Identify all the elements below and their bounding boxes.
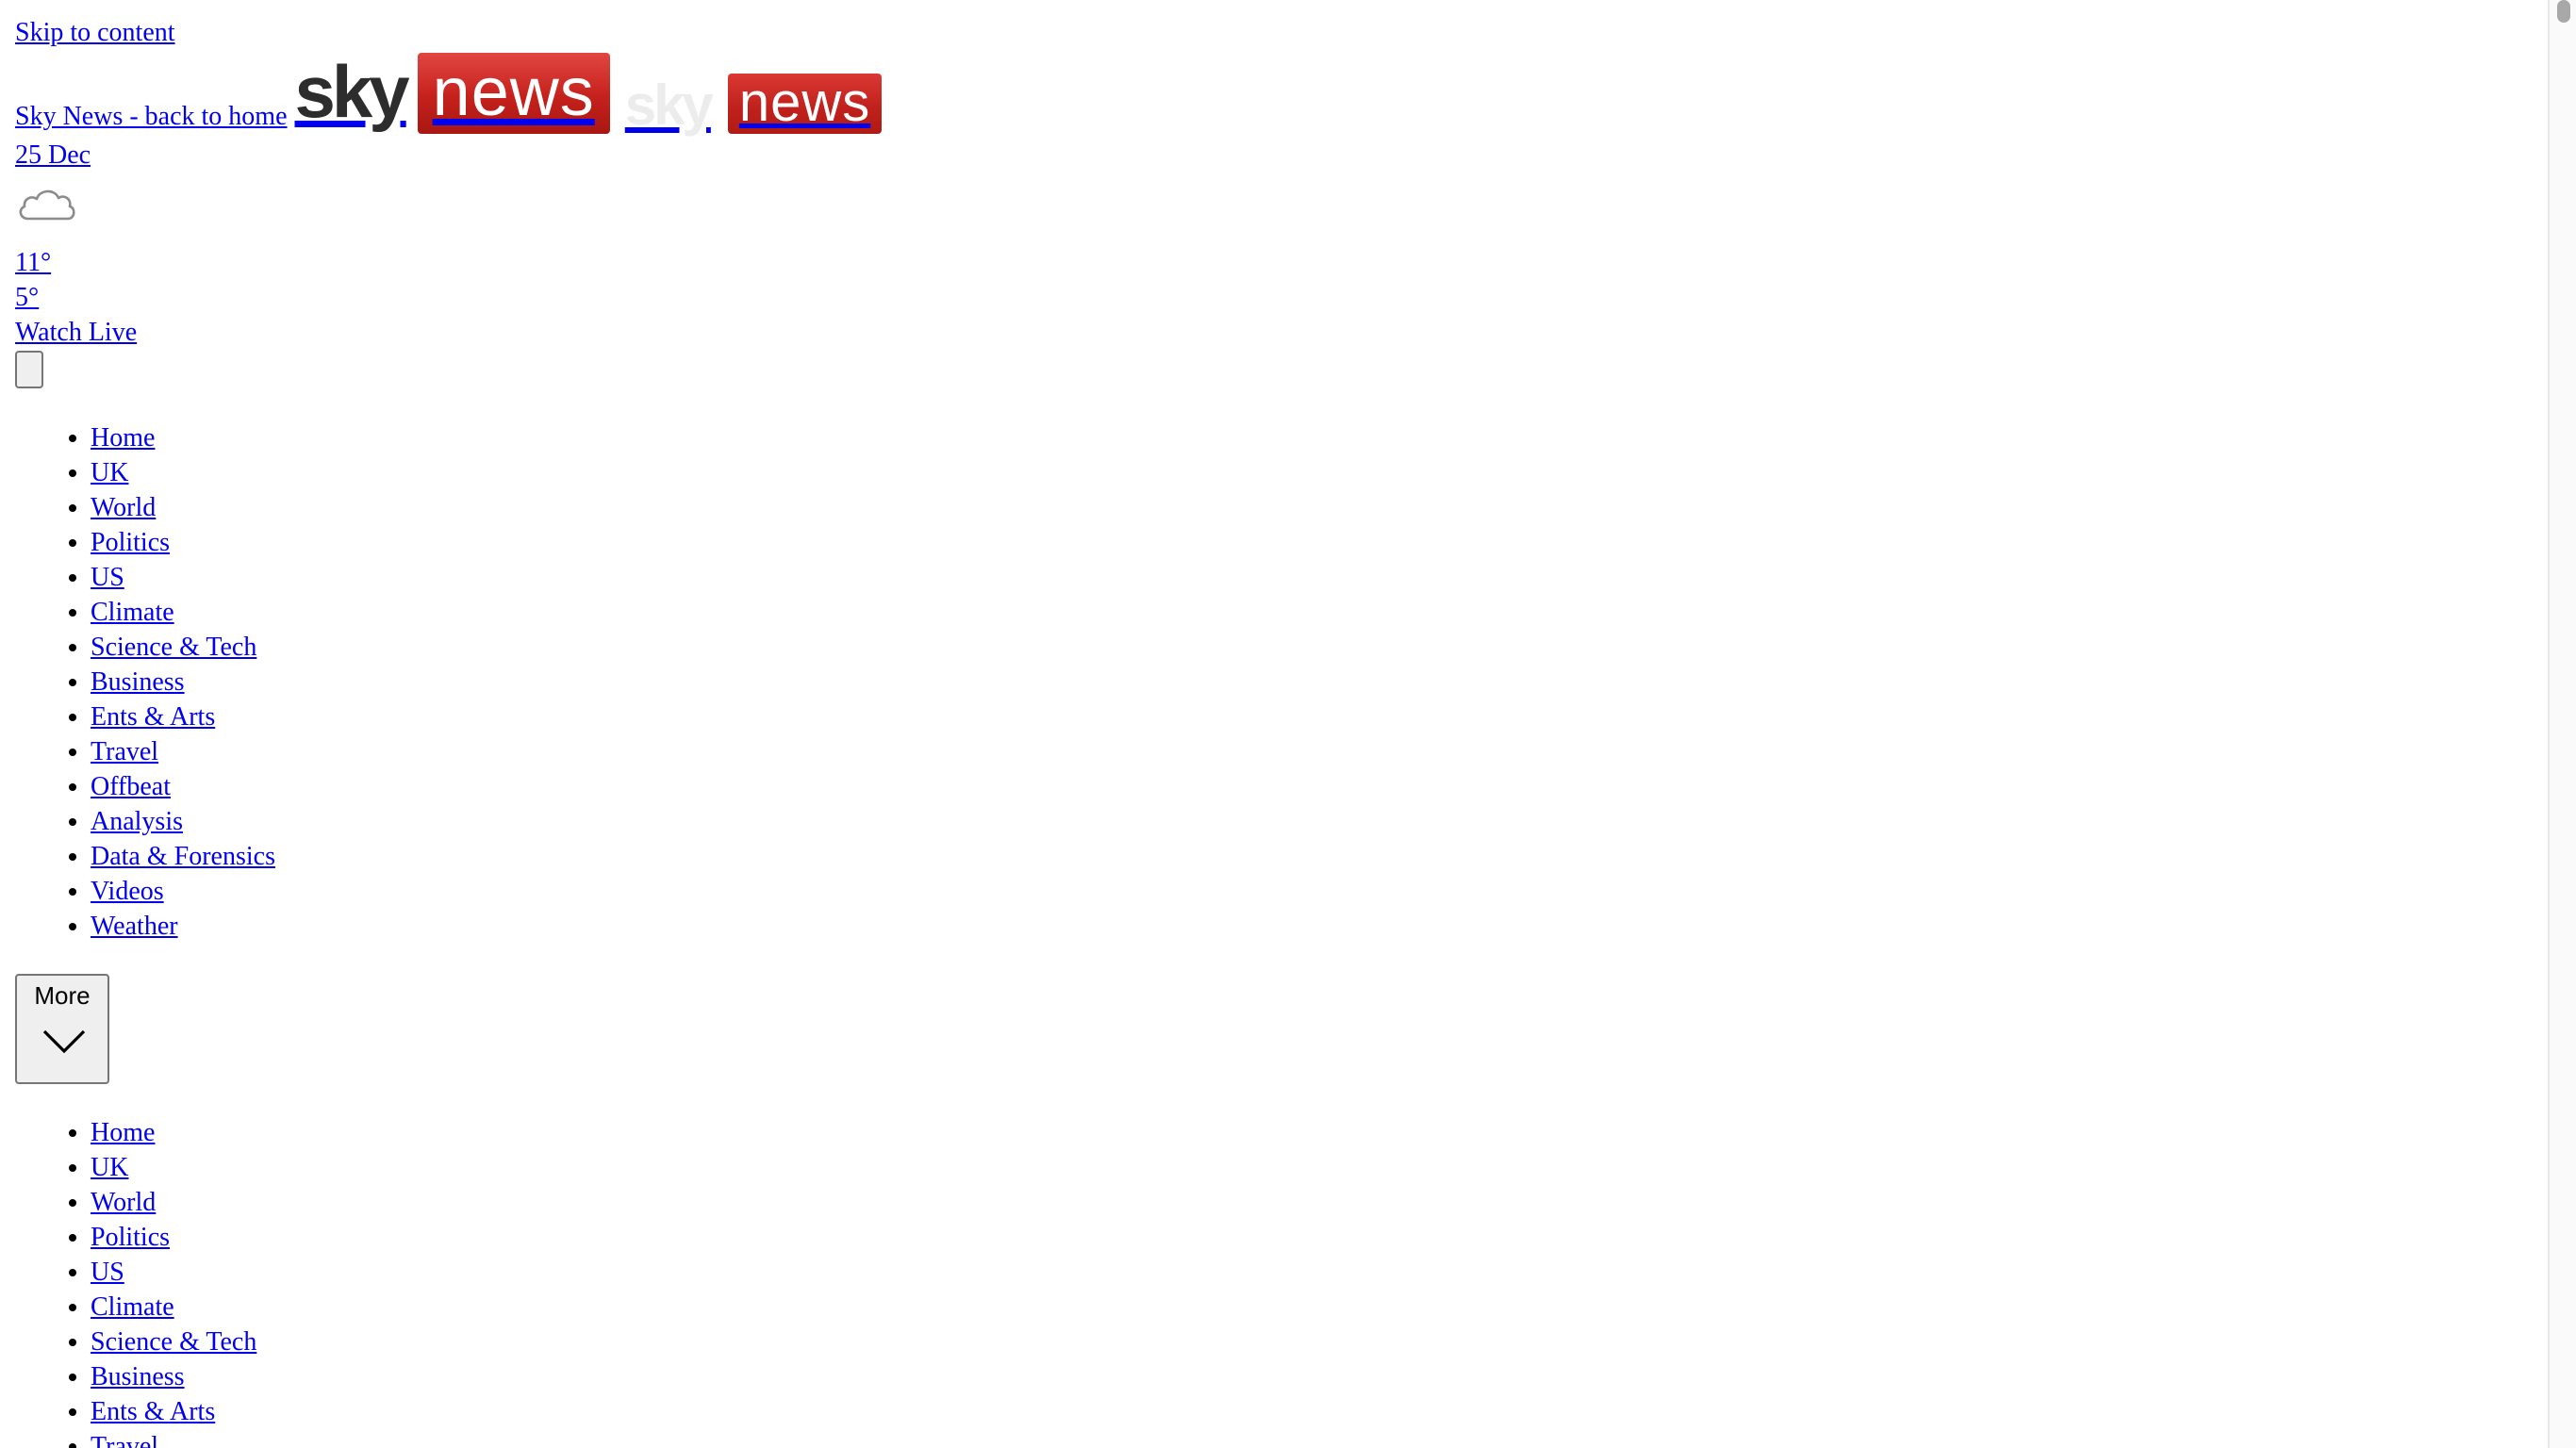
- nav-item: Travel: [91, 1429, 256, 1448]
- nav-link-ents-arts[interactable]: Ents & Arts: [91, 702, 215, 732]
- nav-link-data-forensics[interactable]: Data & Forensics: [91, 842, 275, 871]
- nav-item: Home: [91, 1115, 256, 1150]
- menu-toggle-button[interactable]: [15, 351, 43, 388]
- nav-link-us[interactable]: US: [91, 1258, 124, 1287]
- nav-item: Business: [91, 665, 275, 699]
- nav-item: Ents & Arts: [91, 1394, 256, 1429]
- header-logo-row: Sky News - back to home sky news sky new…: [15, 49, 883, 134]
- nav-link-uk[interactable]: UK: [91, 458, 128, 487]
- nav-link-world[interactable]: World: [91, 1188, 156, 1217]
- nav-item: Ents & Arts: [91, 699, 275, 734]
- nav-item: Data & Forensics: [91, 839, 275, 874]
- logo-news-box: news: [417, 53, 610, 134]
- nav-link-business[interactable]: Business: [91, 1362, 185, 1391]
- home-link-label: Sky News - back to home: [15, 102, 288, 131]
- nav-item: US: [91, 560, 275, 595]
- page: Skip to content Sky News - back to home …: [15, 0, 2542, 1448]
- sky-news-logo: sky news: [295, 53, 610, 134]
- nav-item: Videos: [91, 874, 275, 909]
- weather-date-link[interactable]: 25 Dec: [15, 140, 91, 170]
- nav-item: UK: [91, 1150, 256, 1185]
- nav-item: UK: [91, 455, 275, 490]
- home-link[interactable]: Sky News - back to home sky news sky new…: [15, 53, 883, 134]
- nav-link-travel[interactable]: Travel: [91, 1432, 158, 1448]
- nav-item: Offbeat: [91, 769, 275, 804]
- nav-item: Weather: [91, 909, 275, 944]
- logo-secondary-sky-text: sky: [624, 74, 714, 137]
- skip-to-content-link[interactable]: Skip to content: [15, 18, 175, 47]
- nav-link-weather[interactable]: Weather: [91, 912, 178, 941]
- nav-link-offbeat[interactable]: Offbeat: [91, 772, 171, 801]
- weather-high-link[interactable]: 11°: [15, 248, 51, 277]
- nav-link-business[interactable]: Business: [91, 667, 185, 697]
- logo-sky-text: sky: [294, 50, 410, 133]
- nav-link-climate[interactable]: Climate: [91, 1292, 174, 1322]
- nav-item: Business: [91, 1359, 256, 1394]
- vertical-scrollbar[interactable]: [2548, 0, 2576, 1448]
- nav-item: World: [91, 490, 275, 525]
- nav-link-politics[interactable]: Politics: [91, 528, 170, 557]
- nav-link-ents-arts[interactable]: Ents & Arts: [91, 1397, 215, 1426]
- nav-item: Science & Tech: [91, 1325, 256, 1359]
- scrollbar-thumb[interactable]: [2557, 0, 2570, 23]
- nav-item: US: [91, 1255, 256, 1290]
- nav-link-science-tech[interactable]: Science & Tech: [91, 633, 256, 662]
- primary-nav: Home UK World Politics US Climate Science & Te…: [15, 420, 275, 944]
- weather-high-line: 11°: [15, 245, 51, 280]
- nav-link-home[interactable]: Home: [91, 423, 155, 452]
- nav-link-travel[interactable]: Travel: [91, 737, 158, 766]
- watch-live-link[interactable]: Watch Live: [15, 318, 137, 347]
- nav-item: Analysis: [91, 804, 275, 839]
- nav-item: Politics: [91, 525, 275, 560]
- nav-item: Climate: [91, 1290, 256, 1325]
- watch-live-line: Watch Live: [15, 315, 137, 350]
- sky-news-logo-secondary: sky news: [625, 74, 883, 134]
- nav-link-politics[interactable]: Politics: [91, 1223, 170, 1252]
- chevron-down-icon: [42, 1029, 86, 1054]
- weather-low-link[interactable]: 5°: [15, 283, 39, 312]
- nav-item: World: [91, 1185, 256, 1220]
- cloud-icon: [19, 189, 75, 221]
- nav-link-world[interactable]: World: [91, 493, 156, 522]
- weather-low-line: 5°: [15, 280, 39, 315]
- nav-item: Politics: [91, 1220, 256, 1255]
- nav-link-us[interactable]: US: [91, 563, 124, 592]
- more-button-label: More: [34, 981, 91, 1010]
- weather-date-line: 25 Dec: [15, 138, 91, 173]
- nav-item: Travel: [91, 734, 275, 769]
- more-button[interactable]: More: [15, 974, 109, 1084]
- nav-item: Climate: [91, 595, 275, 630]
- nav-link-analysis[interactable]: Analysis: [91, 807, 183, 836]
- nav-link-climate[interactable]: Climate: [91, 598, 174, 627]
- skip-link-line: Skip to content: [15, 15, 175, 50]
- logo-secondary-news-box: news: [727, 74, 883, 134]
- nav-item: Science & Tech: [91, 630, 275, 665]
- nav-link-uk[interactable]: UK: [91, 1153, 128, 1182]
- secondary-nav: Home UK World Politics US Climate Science & Te…: [15, 1115, 256, 1448]
- nav-link-videos[interactable]: Videos: [91, 877, 164, 906]
- nav-link-science-tech[interactable]: Science & Tech: [91, 1327, 256, 1357]
- nav-item: Home: [91, 420, 275, 455]
- nav-link-home[interactable]: Home: [91, 1118, 155, 1147]
